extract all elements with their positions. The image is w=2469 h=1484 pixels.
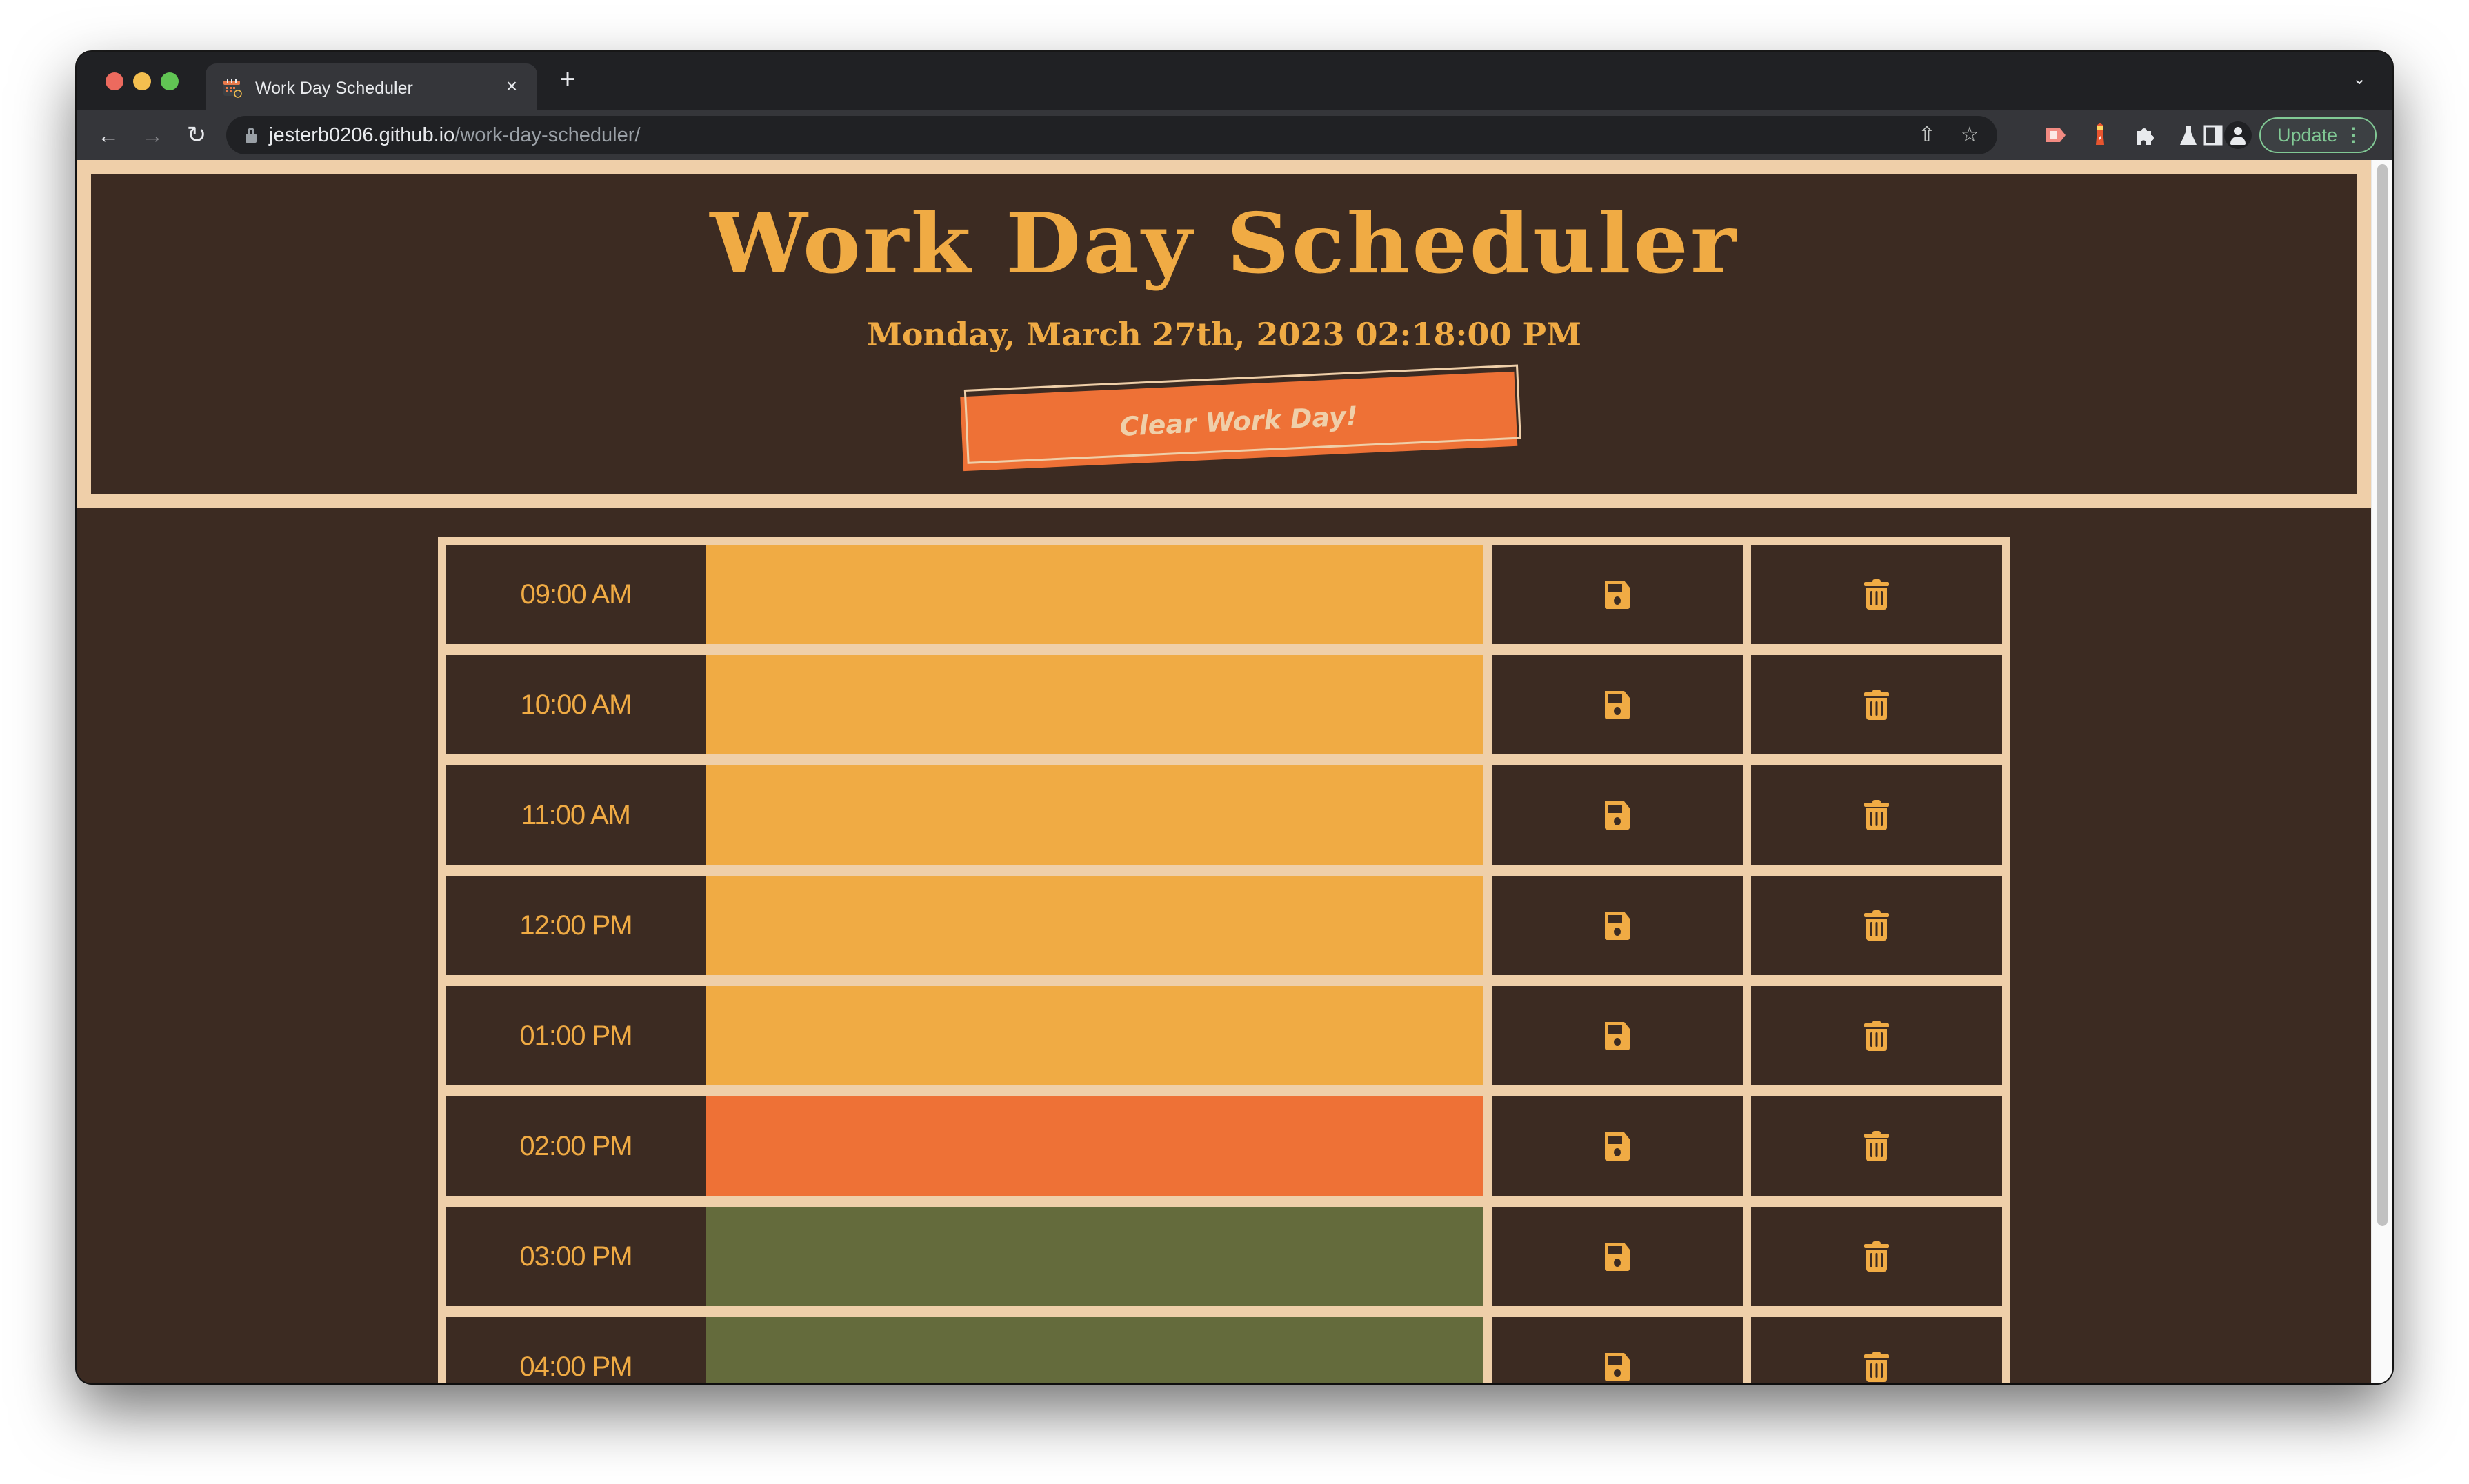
chevron-down-icon[interactable]: ⌄ — [2348, 68, 2370, 90]
trash-can-icon — [1864, 1131, 1889, 1161]
address-bar[interactable]: jesterb0206.github.io/work-day-scheduler… — [226, 116, 1997, 154]
trash-can-icon — [1864, 579, 1889, 610]
minimize-window-button[interactable] — [133, 72, 151, 90]
event-description-input[interactable] — [706, 876, 1483, 975]
hour-label: 11:00 AM — [446, 765, 706, 865]
back-arrow-icon[interactable]: ← — [93, 120, 123, 150]
hour-label: 02:00 PM — [446, 1096, 706, 1196]
save-button[interactable] — [1492, 1207, 1743, 1306]
tab-strip: Work Day Scheduler × + ⌄ — [77, 52, 2392, 110]
save-button[interactable] — [1492, 545, 1743, 644]
hour-label: 12:00 PM — [446, 876, 706, 975]
browser-window: Work Day Scheduler × + ⌄ ← → ↻ jesterb02… — [77, 52, 2392, 1383]
event-description-input[interactable] — [706, 1317, 1483, 1383]
trash-can-icon — [1864, 1021, 1889, 1051]
close-window-button[interactable] — [106, 72, 123, 90]
tab-close-icon[interactable]: × — [501, 76, 522, 97]
url-path: /work-day-scheduler/ — [454, 124, 641, 146]
time-block-row: 12:00 PM — [446, 876, 2002, 975]
page-header: Work Day Scheduler Monday, March 27th, 2… — [77, 160, 2371, 508]
update-label: Update — [2277, 125, 2338, 146]
event-description-input[interactable] — [706, 1096, 1483, 1196]
calendar-icon — [223, 79, 242, 98]
event-description-input[interactable] — [706, 765, 1483, 865]
browser-toolbar: ← → ↻ jesterb0206.github.io/work-day-sch… — [77, 110, 2392, 160]
floppy-disk-save-icon — [1605, 691, 1630, 719]
lock-icon[interactable] — [246, 128, 257, 143]
profile-icon[interactable] — [2224, 121, 2252, 149]
side-panel-icon[interactable] — [2199, 121, 2227, 149]
kebab-menu-icon[interactable]: ⋮ — [2343, 119, 2363, 152]
delete-button[interactable] — [1751, 1096, 2002, 1196]
page-title: Work Day Scheduler — [710, 195, 1739, 292]
hour-label: 03:00 PM — [446, 1207, 706, 1306]
delete-button[interactable] — [1751, 545, 2002, 644]
save-button[interactable] — [1492, 765, 1743, 865]
delete-button[interactable] — [1751, 1317, 2002, 1383]
trash-can-icon — [1864, 800, 1889, 830]
time-block-row: 03:00 PM — [446, 1207, 2002, 1306]
star-icon[interactable]: ☆ — [1957, 123, 1982, 148]
floppy-disk-save-icon — [1605, 581, 1630, 609]
floppy-disk-save-icon — [1605, 1022, 1630, 1050]
hour-label: 01:00 PM — [446, 986, 706, 1085]
trash-can-icon — [1864, 690, 1889, 720]
trash-can-icon — [1864, 1352, 1889, 1382]
share-icon[interactable]: ⇧ — [1915, 123, 1939, 148]
vertical-scrollbar[interactable] — [2371, 160, 2392, 1383]
new-tab-button[interactable]: + — [554, 66, 581, 93]
url-text[interactable]: jesterb0206.github.io/work-day-scheduler… — [269, 124, 640, 147]
floppy-disk-save-icon — [1605, 1243, 1630, 1271]
delete-button[interactable] — [1751, 986, 2002, 1085]
floppy-disk-save-icon — [1605, 912, 1630, 940]
puzzle-extensions-icon[interactable] — [2130, 121, 2158, 149]
clear-button-wrapper: Clear Work Day! — [960, 364, 1521, 472]
save-button[interactable] — [1492, 655, 1743, 754]
time-block-row: 10:00 AM — [446, 655, 2002, 754]
time-block-row: 01:00 PM — [446, 986, 2002, 1085]
event-description-input[interactable] — [706, 1207, 1483, 1306]
maximize-window-button[interactable] — [161, 72, 179, 90]
reload-icon[interactable]: ↻ — [181, 120, 212, 150]
save-button[interactable] — [1492, 1096, 1743, 1196]
time-block-row: 11:00 AM — [446, 765, 2002, 865]
event-description-input[interactable] — [706, 986, 1483, 1085]
delete-button[interactable] — [1751, 1207, 2002, 1306]
scrollbar-thumb[interactable] — [2377, 164, 2388, 1226]
floppy-disk-save-icon — [1605, 1353, 1630, 1381]
schedule-table: 09:00 AM 10:00 AM 11:00 AM 12:00 PM 01:0… — [438, 537, 2010, 1383]
floppy-disk-save-icon — [1605, 1132, 1630, 1161]
forward-arrow-icon[interactable]: → — [137, 120, 168, 150]
current-datetime: Monday, March 27th, 2023 02:18:00 PM — [866, 316, 1582, 353]
save-button[interactable] — [1492, 1317, 1743, 1383]
page-viewport: Work Day Scheduler Monday, March 27th, 2… — [77, 160, 2371, 1383]
hour-label: 09:00 AM — [446, 545, 706, 644]
time-block-row: 04:00 PM — [446, 1317, 2002, 1383]
hour-label: 10:00 AM — [446, 655, 706, 754]
tab-title: Work Day Scheduler — [255, 79, 413, 98]
hour-label: 04:00 PM — [446, 1317, 706, 1383]
lighthouse-extension-icon[interactable] — [2086, 121, 2114, 149]
trash-can-icon — [1864, 1241, 1889, 1272]
tab-work-day-scheduler[interactable]: Work Day Scheduler × — [206, 63, 537, 110]
clear-work-day-button[interactable]: Clear Work Day! — [960, 371, 1518, 472]
delete-button[interactable] — [1751, 876, 2002, 975]
delete-button[interactable] — [1751, 765, 2002, 865]
floppy-disk-save-icon — [1605, 801, 1630, 830]
header-panel: Work Day Scheduler Monday, March 27th, 2… — [91, 174, 2357, 494]
screencast-extension-icon[interactable] — [2042, 121, 2070, 149]
event-description-input[interactable] — [706, 655, 1483, 754]
url-host: jesterb0206.github.io — [269, 124, 455, 146]
time-block-row: 09:00 AM — [446, 545, 2002, 644]
update-button[interactable]: Update ⋮ — [2259, 117, 2377, 153]
labs-flask-icon[interactable] — [2175, 121, 2202, 149]
save-button[interactable] — [1492, 986, 1743, 1085]
event-description-input[interactable] — [706, 545, 1483, 644]
trash-can-icon — [1864, 910, 1889, 941]
time-block-row: 02:00 PM — [446, 1096, 2002, 1196]
delete-button[interactable] — [1751, 655, 2002, 754]
save-button[interactable] — [1492, 876, 1743, 975]
